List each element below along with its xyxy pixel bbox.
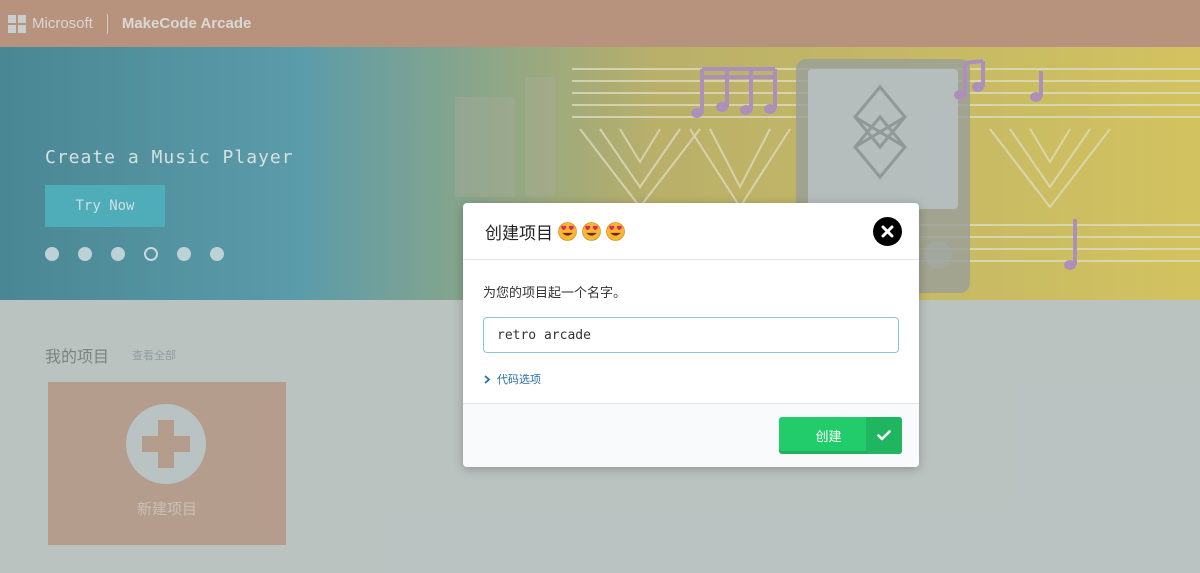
create-button[interactable]: 创建 [779,417,902,454]
create-project-dialog: 创建项目 为您的项目起一个名字。 代码选项 [463,203,919,467]
name-prompt: 为您的项目起一个名字。 [483,286,627,301]
create-button-label: 创建 [815,429,842,444]
checkmark-icon [866,417,902,454]
project-name-input[interactable] [483,317,899,353]
code-options-label: 代码选项 [497,373,541,386]
close-icon[interactable] [873,217,902,246]
chevron-right-icon [484,374,491,384]
heart-eyes-emoji-icon [606,221,625,241]
dialog-footer: 创建 [463,403,919,467]
code-options-toggle[interactable]: 代码选项 [483,371,899,387]
dialog-header: 创建项目 [463,203,919,260]
heart-eyes-emoji-icon [582,221,601,241]
dialog-body: 为您的项目起一个名字。 代码选项 [463,260,919,403]
dialog-title: 创建项目 [485,223,553,244]
heart-eyes-emoji-icon [558,221,577,241]
